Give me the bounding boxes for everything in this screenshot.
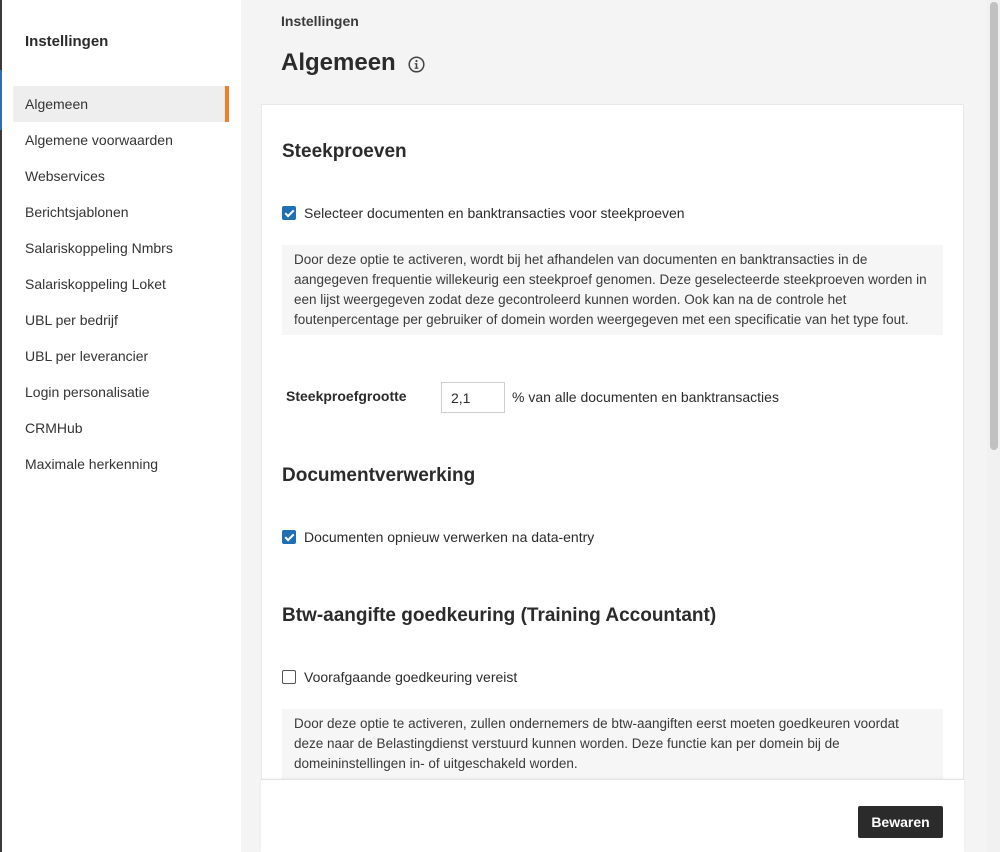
documentverwerking-checkbox[interactable] — [282, 530, 296, 544]
section-title-documentverwerking: Documentverwerking — [282, 465, 476, 486]
info-circle-icon[interactable] — [408, 56, 425, 73]
sidebar-item-algemeen[interactable]: Algemeen — [13, 86, 229, 122]
sidebar-item-algemene-voorwaarden[interactable]: Algemene voorwaarden — [13, 122, 229, 158]
steekproeven-checkbox-label: Selecteer documenten en banktransacties … — [304, 205, 685, 221]
sidebar-item-salariskoppeling-nmbrs[interactable]: Salariskoppeling Nmbrs — [13, 230, 229, 266]
steekproefgrootte-label: Steekproefgrootte — [286, 388, 407, 404]
sidebar-item-crmhub[interactable]: CRMHub — [13, 410, 229, 446]
section-title-steekproeven: Steekproeven — [282, 141, 407, 162]
documentverwerking-checkbox-label: Documenten opnieuw verwerken na data-ent… — [304, 529, 595, 545]
sidebar-item-ubl-per-bedrijf[interactable]: UBL per bedrijf — [13, 302, 229, 338]
page-title: Algemeen — [281, 49, 396, 76]
settings-card: Steekproeven Selecteer documenten en ban… — [261, 104, 964, 852]
sidebar-title: Instellingen — [25, 33, 109, 50]
steekproeven-checkbox[interactable] — [282, 206, 296, 220]
sidebar-item-berichtsjablonen[interactable]: Berichtsjablonen — [13, 194, 229, 230]
section-title-btw-aangifte: Btw-aangifte goedkeuring (Training Accou… — [282, 605, 717, 626]
steekproeven-description: Door deze optie te activeren, wordt bij … — [282, 245, 943, 335]
sidebar: Instellingen Algemeen Algemene voorwaard… — [2, 0, 241, 852]
sidebar-item-maximale-herkenning[interactable]: Maximale herkenning — [13, 446, 229, 482]
btw-checkbox-row[interactable]: Voorafgaande goedkeuring vereist — [282, 669, 517, 685]
steekproeven-checkbox-row[interactable]: Selecteer documenten en banktransacties … — [282, 205, 685, 221]
breadcrumb[interactable]: Instellingen — [281, 13, 359, 29]
sidebar-item-login-personalisatie[interactable]: Login personalisatie — [13, 374, 229, 410]
save-button[interactable]: Bewaren — [858, 806, 943, 838]
btw-description: Door deze optie te activeren, zullen ond… — [282, 709, 943, 779]
sidebar-item-ubl-per-leverancier[interactable]: UBL per leverancier — [13, 338, 229, 374]
sidebar-item-salariskoppeling-loket[interactable]: Salariskoppeling Loket — [13, 266, 229, 302]
btw-checkbox[interactable] — [282, 670, 296, 684]
footer-bar: Bewaren — [261, 779, 964, 852]
documentverwerking-checkbox-row[interactable]: Documenten opnieuw verwerken na data-ent… — [282, 529, 594, 545]
scrollbar-thumb[interactable] — [990, 2, 998, 450]
sidebar-item-webservices[interactable]: Webservices — [13, 158, 229, 194]
sidebar-nav: Algemeen Algemene voorwaarden Webservice… — [13, 86, 229, 482]
steekproefgrootte-suffix: % van alle documenten en banktransacties — [512, 389, 779, 405]
btw-checkbox-label: Voorafgaande goedkeuring vereist — [304, 669, 518, 685]
steekproefgrootte-input[interactable] — [441, 382, 505, 413]
